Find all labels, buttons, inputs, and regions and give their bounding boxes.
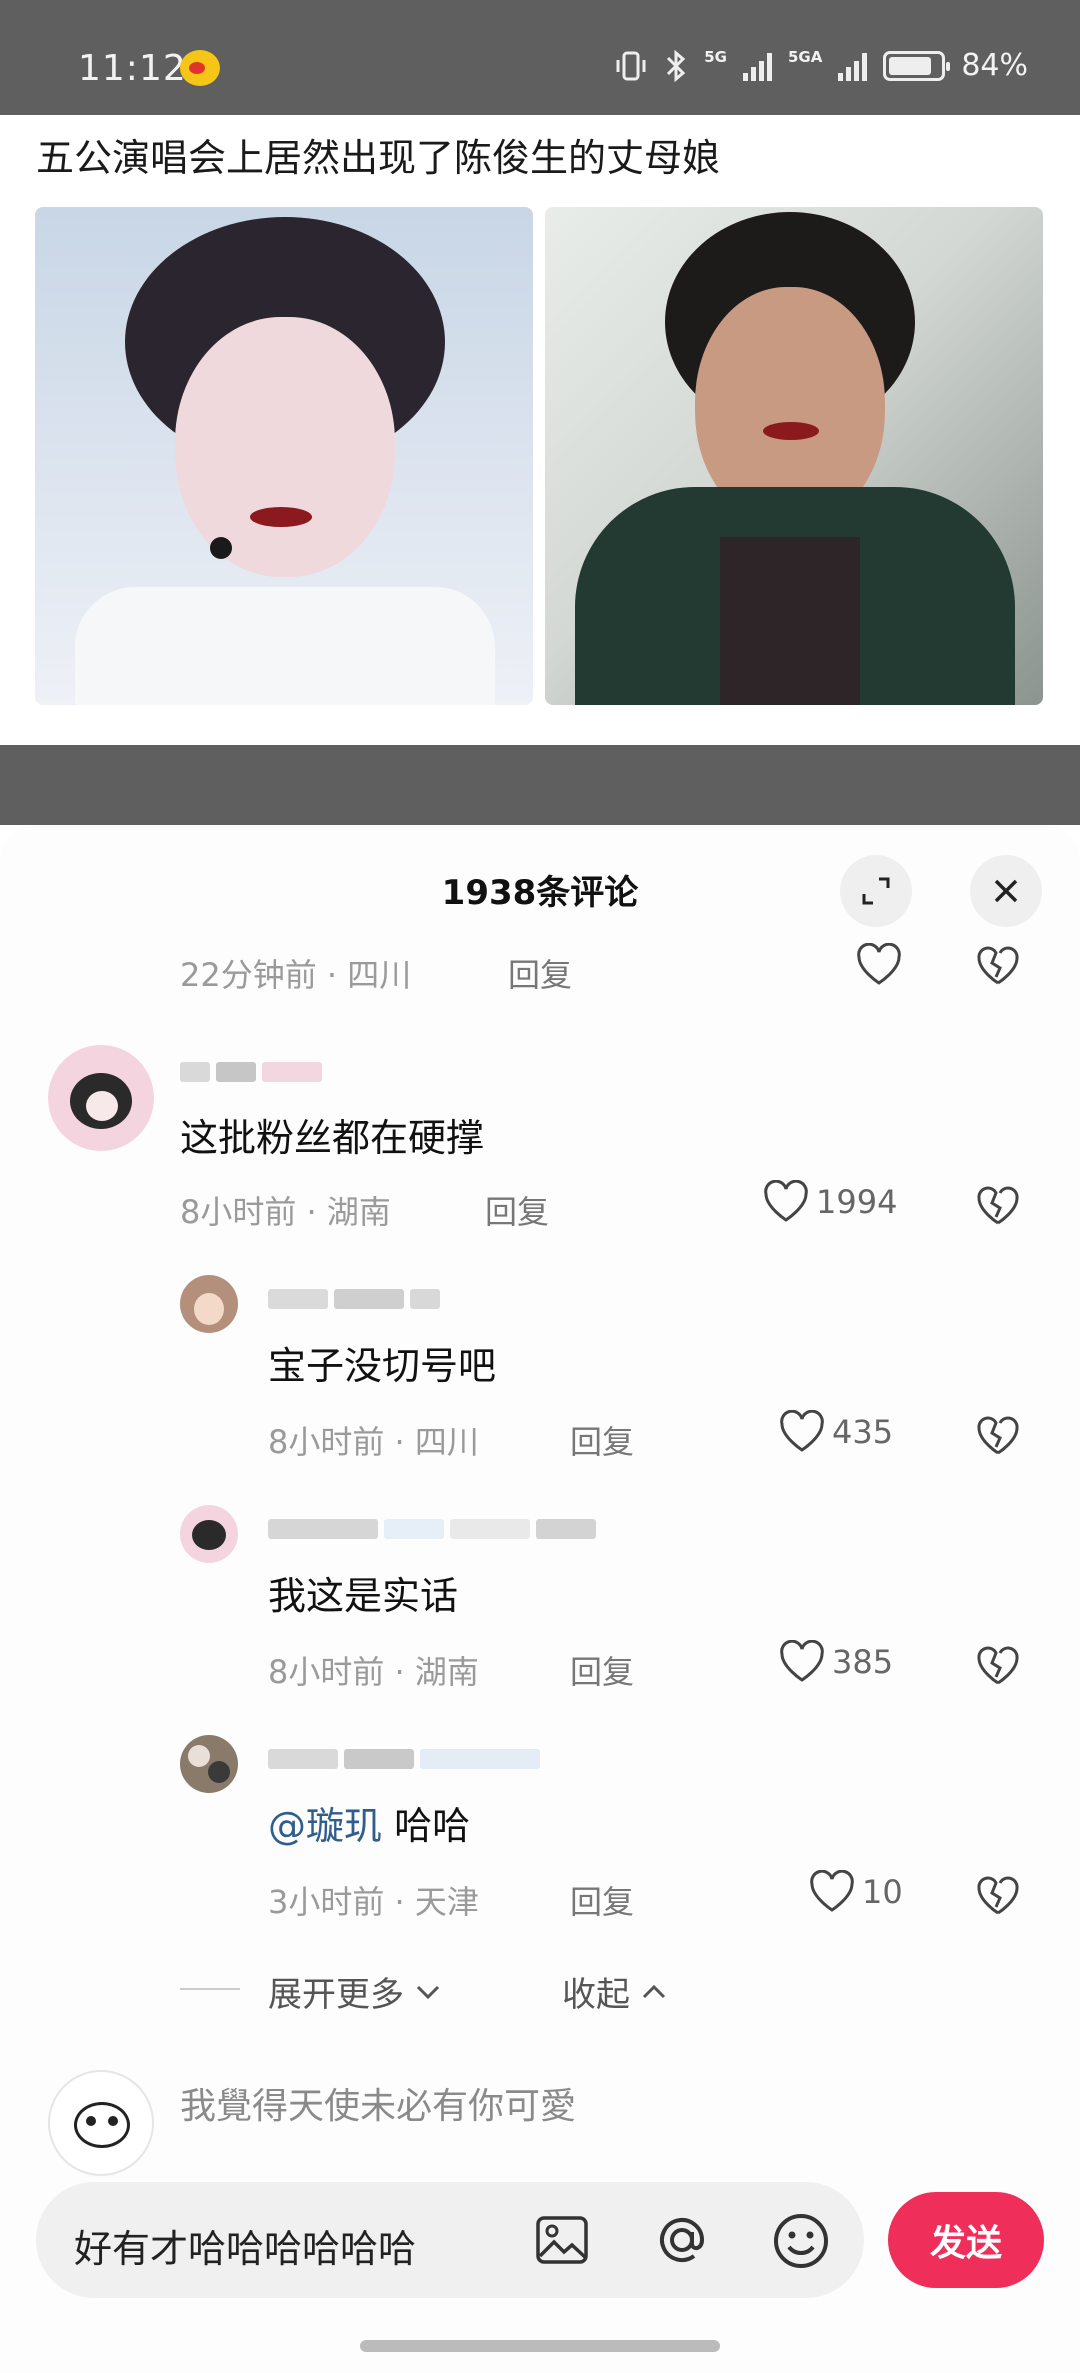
post-image-left[interactable] <box>35 207 533 705</box>
like-button[interactable]: 1994 <box>762 1180 897 1224</box>
collapse-label: 收起 <box>562 1975 630 2015</box>
comment-input-field[interactable]: 好有才哈哈哈哈哈哈 <box>36 2182 864 2298</box>
dislike-icon[interactable] <box>975 1185 1021 1227</box>
reply-meta: 8小时前 · 湖南 <box>268 1653 479 1691</box>
reply-button[interactable]: 回复 <box>570 1417 634 1463</box>
like-icon <box>810 1870 854 1912</box>
avatar[interactable] <box>180 1505 238 1563</box>
overlay-dim <box>0 745 1080 825</box>
close-panel-button[interactable] <box>970 855 1042 927</box>
weibo-notification-icon <box>180 50 220 86</box>
blurred-username <box>268 1747 540 1771</box>
emoji-icon[interactable] <box>772 2212 830 2270</box>
dislike-icon[interactable] <box>975 945 1021 987</box>
reply-button[interactable]: 回复 <box>570 1877 634 1923</box>
post-title: 五公演唱会上居然出现了陈俊生的丈母娘 <box>36 136 721 180</box>
battery-icon <box>883 50 951 81</box>
network-label-1: 5G <box>704 48 727 66</box>
avatar[interactable] <box>48 2070 154 2176</box>
reply-button[interactable]: 回复 <box>570 1647 634 1693</box>
expand-more-label: 展开更多 <box>268 1975 404 2015</box>
like-button[interactable]: 385 <box>778 1640 893 1684</box>
reply-button[interactable]: 回复 <box>508 950 572 996</box>
comment-meta: 22分钟前 · 四川 <box>180 956 412 994</box>
battery-label: 84% <box>961 48 1028 83</box>
vibrate-icon <box>616 51 646 80</box>
dislike-icon[interactable] <box>975 1875 1021 1917</box>
post-card: 五公演唱会上居然出现了陈俊生的丈母娘 <box>0 115 1080 745</box>
reply-meta: 3小时前 · 天津 <box>268 1883 479 1921</box>
like-icon <box>780 1410 824 1452</box>
reply-button[interactable]: 回复 <box>485 1187 549 1233</box>
like-button[interactable]: 10 <box>808 1870 903 1914</box>
like-count: 385 <box>832 1643 894 1681</box>
post-image-right[interactable] <box>545 207 1043 705</box>
chevron-down-icon <box>416 1985 440 1999</box>
expand-panel-button[interactable] <box>840 855 912 927</box>
reply-text: 我这是实话 <box>268 1574 459 1618</box>
status-icons: 5G 5GA 84% <box>614 48 1028 83</box>
signal-icon-1 <box>742 51 772 81</box>
blurred-username <box>268 1517 596 1541</box>
like-count: 435 <box>832 1413 894 1451</box>
dislike-icon[interactable] <box>975 1645 1021 1687</box>
avatar[interactable] <box>180 1735 238 1793</box>
avatar[interactable] <box>48 1045 154 1151</box>
avatar[interactable] <box>180 1275 238 1333</box>
like-count: 10 <box>862 1873 903 1911</box>
mention-link[interactable]: @璇玑 <box>268 1804 382 1848</box>
bluetooth-icon <box>667 49 686 82</box>
close-icon <box>994 879 1018 903</box>
comment-meta: 8小时前 · 湖南 <box>180 1193 391 1231</box>
blurred-username <box>268 1287 440 1311</box>
status-bar: 11:12 5G 5GA 84% <box>0 0 1080 115</box>
mention-icon[interactable] <box>652 2212 712 2268</box>
expand-divider <box>180 1988 240 1990</box>
comments-panel: 1938条评论 22分钟前 · 四川 回复 这批粉丝都在硬撑 8小时前 · 湖南… <box>0 825 1080 2373</box>
image-icon[interactable] <box>534 2214 590 2266</box>
reply-text: @璇玑 哈哈 <box>268 1795 470 1850</box>
comments-count-title: 1938条评论 <box>441 873 639 913</box>
like-button[interactable]: 435 <box>778 1410 893 1454</box>
like-icon <box>764 1180 808 1222</box>
reply-text: 宝子没切号吧 <box>268 1344 497 1388</box>
expand-more-button[interactable]: 展开更多 <box>268 1967 442 2016</box>
collapse-button[interactable]: 收起 <box>562 1967 668 2016</box>
reply-text-body: 哈哈 <box>382 1804 471 1848</box>
comment-text: 我覺得天使未必有你可愛 <box>180 2086 577 2127</box>
network-label-2: 5GA <box>787 48 823 66</box>
status-time: 11:12 <box>78 48 187 89</box>
send-button[interactable]: 发送 <box>888 2192 1044 2288</box>
home-indicator[interactable] <box>360 2340 720 2352</box>
expand-icon <box>862 877 890 905</box>
blurred-username <box>180 1060 322 1084</box>
like-icon <box>780 1640 824 1682</box>
like-count: 1994 <box>816 1183 898 1221</box>
comment-input-value: 好有才哈哈哈哈哈哈 <box>74 2227 417 2271</box>
dislike-icon[interactable] <box>975 1415 1021 1457</box>
chevron-up-icon <box>642 1984 666 1998</box>
reply-meta: 8小时前 · 四川 <box>268 1423 479 1461</box>
like-icon[interactable] <box>855 943 903 987</box>
signal-icon-2 <box>838 51 868 81</box>
comment-text: 这批粉丝都在硬撑 <box>180 1116 485 1160</box>
